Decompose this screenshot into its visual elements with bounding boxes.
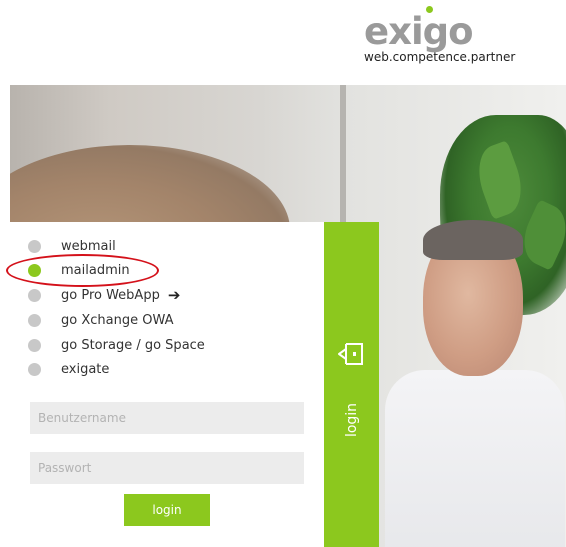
menu-item-go-xchange-owa[interactable]: go Xchange OWA — [28, 310, 174, 330]
arrow-right-icon: ➔ — [167, 285, 181, 304]
brand-logo: exigo web.competence.partner — [364, 2, 554, 68]
menu-item-label: go Pro WebApp — [61, 287, 160, 303]
menu-item-exigate[interactable]: exigate — [28, 359, 109, 379]
logo-wordmark: exigo — [364, 10, 474, 53]
password-input[interactable] — [30, 452, 304, 484]
login-button[interactable]: login — [124, 494, 210, 526]
side-login-label: login — [344, 402, 360, 438]
menu-item-label: webmail — [61, 238, 116, 254]
menu-item-mailadmin[interactable]: mailadmin — [28, 260, 130, 280]
logo-tagline: web.competence.partner — [364, 50, 516, 64]
radio-dot-icon[interactable] — [28, 313, 41, 327]
radio-dot-icon[interactable] — [28, 362, 41, 376]
username-input[interactable] — [30, 402, 304, 434]
radio-dot-icon[interactable] — [28, 239, 41, 253]
side-login-tab[interactable]: login — [324, 222, 379, 547]
photo-shirt — [385, 370, 565, 547]
menu-item-label: go Storage / go Space — [61, 337, 205, 353]
menu-item-webmail[interactable]: webmail — [28, 236, 116, 256]
menu-item-label: go Xchange OWA — [61, 312, 174, 328]
radio-dot-icon[interactable] — [28, 338, 41, 352]
menu-item-label: mailadmin — [61, 262, 130, 278]
menu-item-go-storage[interactable]: go Storage / go Space — [28, 335, 205, 355]
login-panel: webmail mailadmin go Pro WebApp ➔ go Xch… — [10, 222, 324, 547]
photo-pole — [340, 85, 346, 235]
menu-item-label: exigate — [61, 361, 110, 377]
radio-dot-icon[interactable] — [28, 288, 41, 302]
photo-person-right — [385, 220, 565, 547]
door-exit-icon — [338, 343, 363, 365]
menu-item-go-pro-webapp[interactable]: go Pro WebApp ➔ — [28, 285, 180, 305]
radio-dot-active-icon[interactable] — [28, 263, 41, 277]
photo-hair — [423, 220, 523, 260]
